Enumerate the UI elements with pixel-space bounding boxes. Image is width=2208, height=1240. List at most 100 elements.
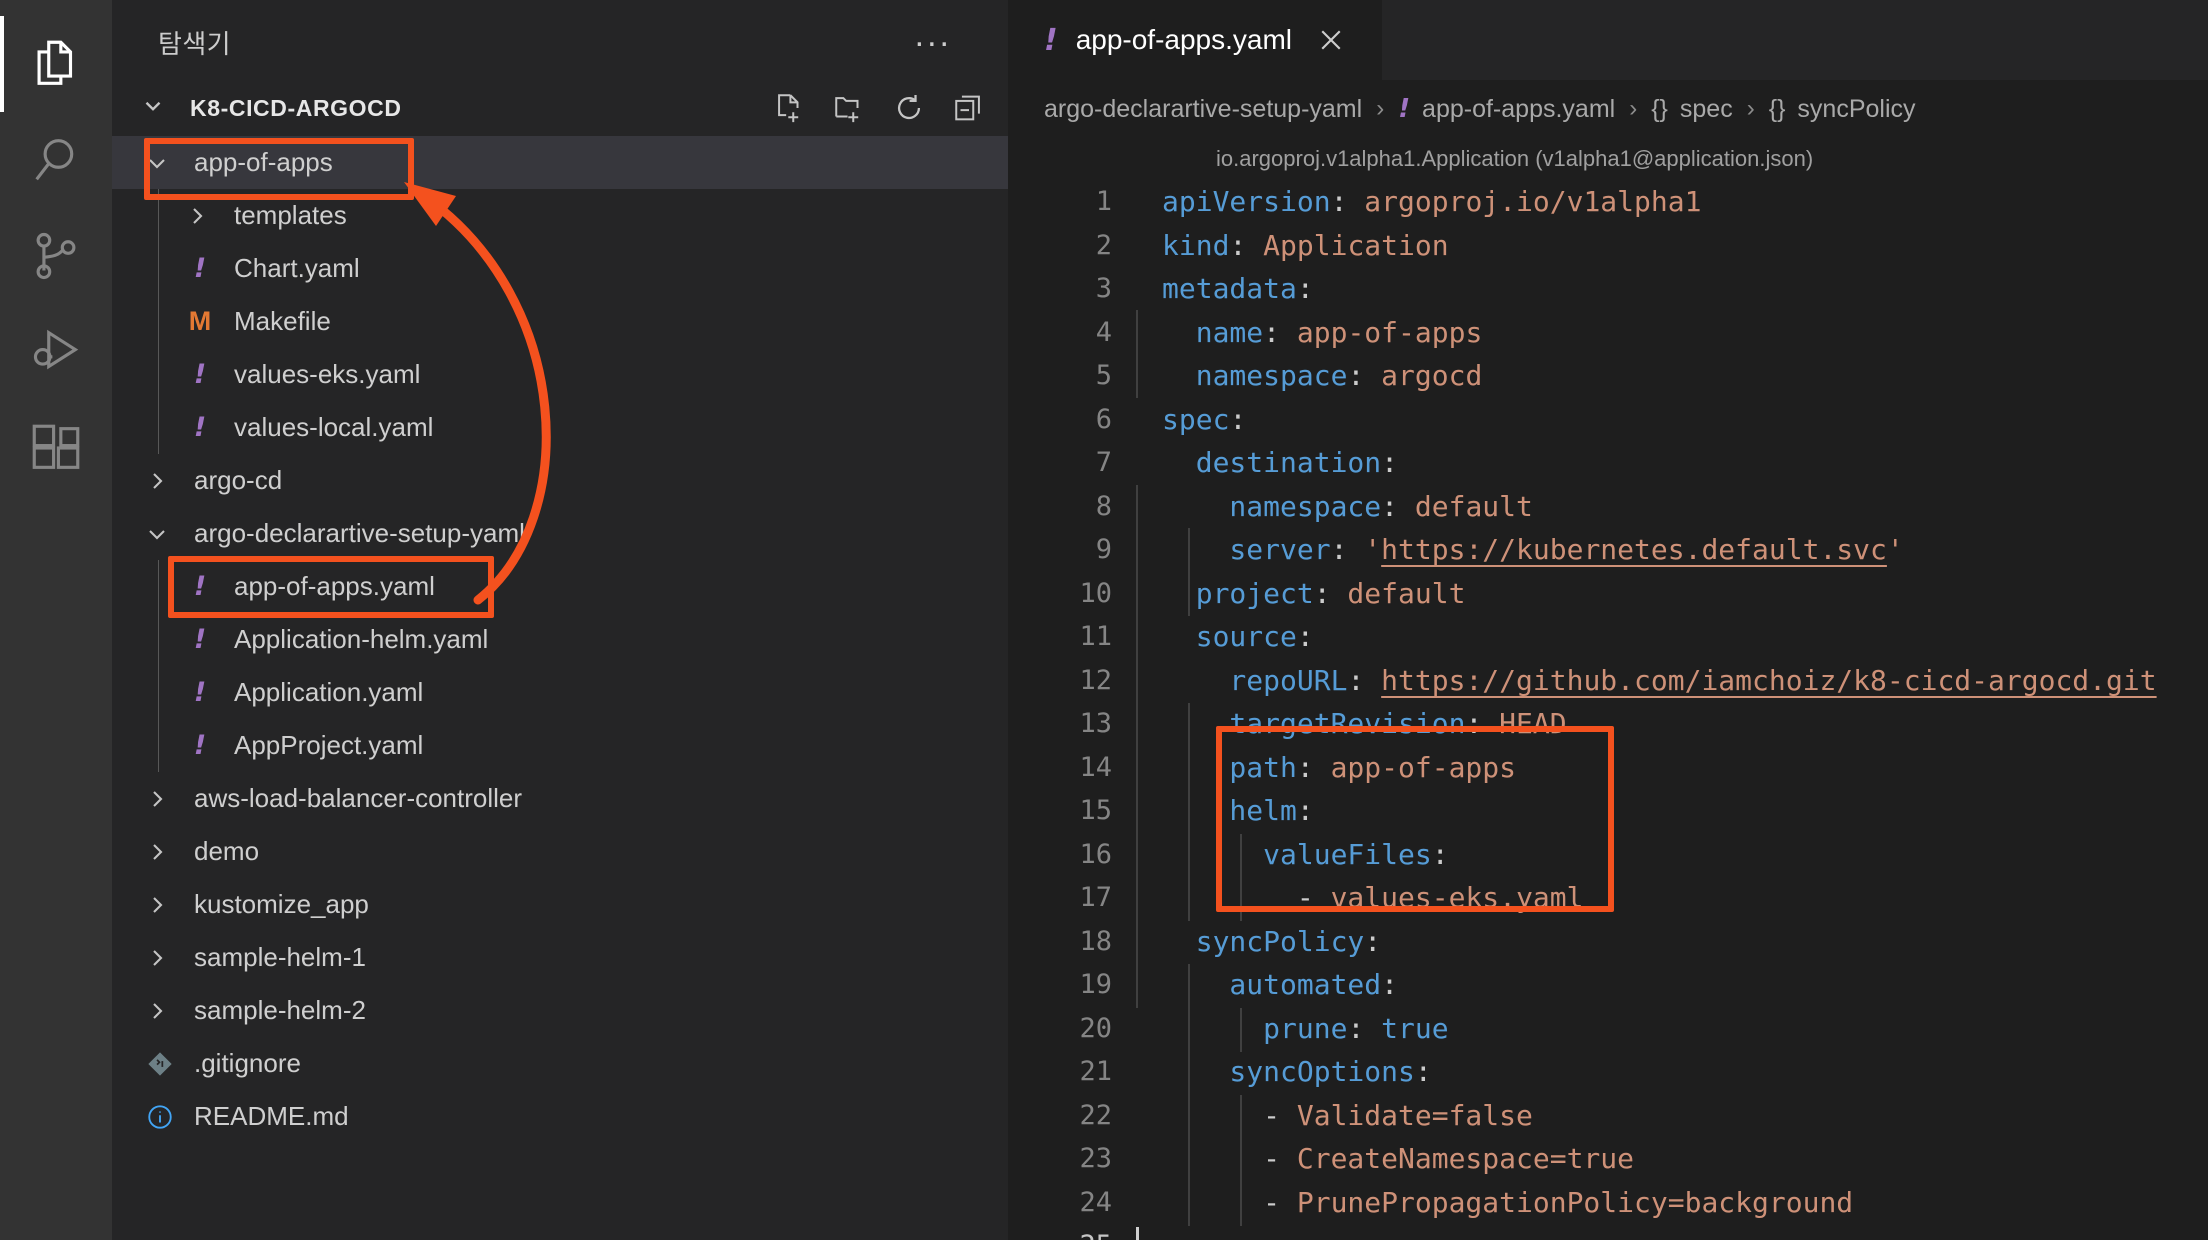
yaml-file-icon: !	[193, 253, 207, 284]
chevron-right-icon[interactable]	[140, 787, 174, 811]
code-line[interactable]: 12 repoURL: https://github.com/iamchoiz/…	[1008, 659, 2208, 703]
tree-file-item[interactable]: M Makefile	[112, 295, 1008, 348]
activity-bar-item-explorer[interactable]	[0, 16, 112, 112]
line-content: - PrunePropagationPolicy=background	[1162, 1185, 1854, 1219]
activity-bar-item-run-and-debug[interactable]	[0, 304, 112, 400]
tree-file-item[interactable]: .gitignore	[112, 1037, 1008, 1090]
line-content: path: app-of-apps	[1162, 750, 1517, 784]
code-line[interactable]: 3 metadata:	[1008, 267, 2208, 311]
schema-type-hint: io.argoproj.v1alpha1.Application (v1alph…	[1216, 146, 1814, 171]
tree-file-item[interactable]: ! AppProject.yaml	[112, 719, 1008, 772]
chevron-right-icon[interactable]	[140, 469, 174, 493]
editor-tab-app-of-apps-yaml[interactable]: ! app-of-apps.yaml	[1008, 0, 1383, 80]
yaml-file-icon: !	[193, 571, 207, 602]
code-line[interactable]: 13 targetRevision: HEAD	[1008, 702, 2208, 746]
chevron-right-icon[interactable]	[140, 946, 174, 970]
breadcrumb[interactable]: argo-declarartive-setup-yaml › ! app-of-app…	[1008, 80, 2208, 138]
code-line[interactable]: 11 source:	[1008, 615, 2208, 659]
activity-bar-item-source-control[interactable]	[0, 208, 112, 304]
tree-folder-item[interactable]: app-of-apps	[112, 136, 1008, 189]
tree-item-label: Application-helm.yaml	[234, 624, 489, 654]
code-line[interactable]: 14 path: app-of-apps	[1008, 746, 2208, 790]
code-line[interactable]: 1 apiVersion: argoproj.io/v1alpha1	[1008, 180, 2208, 224]
text-cursor	[1136, 1227, 1139, 1240]
code-line[interactable]: 24 - PrunePropagationPolicy=background	[1008, 1181, 2208, 1225]
tree-file-item[interactable]: ! Chart.yaml	[112, 242, 1008, 295]
code-line[interactable]: 23 - CreateNamespace=true	[1008, 1137, 2208, 1181]
chevron-right-icon[interactable]	[140, 840, 174, 864]
line-content: server: 'https://kubernetes.default.svc'	[1162, 533, 1904, 567]
tree-file-item[interactable]: ! values-eks.yaml	[112, 348, 1008, 401]
tree-folder-item[interactable]: templates	[112, 189, 1008, 242]
tree-folder-item[interactable]: argo-cd	[112, 454, 1008, 507]
tree-file-item[interactable]: ! app-of-apps.yaml	[112, 560, 1008, 613]
more-actions-icon[interactable]: ...	[915, 18, 952, 54]
code-line[interactable]: 9 server: 'https://kubernetes.default.sv…	[1008, 528, 2208, 572]
code-line[interactable]: 25	[1008, 1224, 2208, 1240]
code-line[interactable]: 18 syncPolicy:	[1008, 920, 2208, 964]
yaml-file-icon: !	[193, 412, 207, 443]
tree-item-label: Makefile	[234, 306, 331, 336]
tree-file-item[interactable]: ! Application.yaml	[112, 666, 1008, 719]
line-number: 18	[1079, 925, 1112, 957]
tree-folder-item[interactable]: aws-load-balancer-controller	[112, 772, 1008, 825]
chevron-right-icon[interactable]	[140, 999, 174, 1023]
line-content: - CreateNamespace=true	[1162, 1142, 1635, 1176]
tree-item-label: app-of-apps	[194, 147, 333, 177]
chevron-down-icon[interactable]	[140, 522, 174, 546]
code-line[interactable]: 16 valueFiles:	[1008, 833, 2208, 877]
code-line[interactable]: 22 - Validate=false	[1008, 1094, 2208, 1138]
code-line[interactable]: 20 prune: true	[1008, 1007, 2208, 1051]
tree-folder-item[interactable]: kustomize_app	[112, 878, 1008, 931]
chevron-down-icon[interactable]	[140, 93, 180, 124]
tree-file-item[interactable]: ! values-local.yaml	[112, 401, 1008, 454]
line-number: 8	[1095, 490, 1112, 522]
tree-folder-item[interactable]: demo	[112, 825, 1008, 878]
tree-folder-item[interactable]: sample-helm-1	[112, 931, 1008, 984]
refresh-icon[interactable]	[892, 91, 926, 125]
breadcrumb-item[interactable]: {} syncPolicy	[1769, 95, 1916, 124]
code-line[interactable]: 4 name: app-of-apps	[1008, 311, 2208, 355]
line-number: 11	[1079, 621, 1112, 653]
tree-folder-item[interactable]: argo-declarartive-setup-yaml	[112, 507, 1008, 560]
code-line[interactable]: 21 syncOptions:	[1008, 1050, 2208, 1094]
code-line[interactable]: 17 - values-eks.yaml	[1008, 876, 2208, 920]
chevron-right-icon[interactable]	[140, 893, 174, 917]
line-number: 25	[1008, 1230, 1138, 1240]
code-line[interactable]: 7 destination:	[1008, 441, 2208, 485]
tree-file-item[interactable]: ! Application-helm.yaml	[112, 613, 1008, 666]
code-line[interactable]: 6 spec:	[1008, 398, 2208, 442]
activity-bar-item-extensions[interactable]	[0, 400, 112, 496]
collapse-all-icon[interactable]	[952, 91, 986, 125]
breadcrumb-item[interactable]: argo-declarartive-setup-yaml	[1044, 95, 1362, 124]
breadcrumb-item[interactable]: ! app-of-apps.yaml	[1398, 94, 1615, 124]
code-line[interactable]: 15 helm:	[1008, 789, 2208, 833]
breadcrumb-item[interactable]: {} spec	[1651, 95, 1733, 124]
indent-guide	[158, 242, 159, 295]
makefile-icon: M	[188, 306, 212, 336]
activity-bar-item-search[interactable]	[0, 112, 112, 208]
code-line[interactable]: 2 kind: Application	[1008, 224, 2208, 268]
line-content: namespace: argocd	[1162, 359, 1483, 393]
code-editor[interactable]: 1 apiVersion: argoproj.io/v1alpha1 2 kind: …	[1008, 180, 2208, 1240]
line-content: apiVersion: argoproj.io/v1alpha1	[1162, 185, 1702, 219]
braces-icon: {}	[1651, 94, 1668, 123]
yaml-icon: !	[1044, 22, 1058, 58]
chevron-down-icon[interactable]	[140, 151, 174, 175]
code-line[interactable]: 8 namespace: default	[1008, 485, 2208, 529]
chevron-right-icon[interactable]	[180, 204, 214, 228]
workspace-section-header[interactable]: K8-CICD-ARGOCD	[112, 84, 1008, 132]
tree-folder-item[interactable]: sample-helm-2	[112, 984, 1008, 1037]
yaml-file-icon: !	[193, 677, 207, 708]
line-content: kind: Application	[1162, 228, 1449, 262]
new-file-icon[interactable]	[772, 91, 806, 125]
breadcrumb-separator: ›	[1376, 95, 1385, 122]
close-icon[interactable]	[1310, 19, 1352, 61]
code-line[interactable]: 10 project: default	[1008, 572, 2208, 616]
indent-guide	[158, 348, 159, 401]
code-line[interactable]: 19 automated:	[1008, 963, 2208, 1007]
code-line[interactable]: 5 namespace: argocd	[1008, 354, 2208, 398]
new-folder-icon[interactable]	[832, 91, 866, 125]
file-tree[interactable]: app-of-apps templates! Chart.yaml M Makefile…	[112, 132, 1008, 1240]
tree-file-item[interactable]: README.md	[112, 1090, 1008, 1143]
